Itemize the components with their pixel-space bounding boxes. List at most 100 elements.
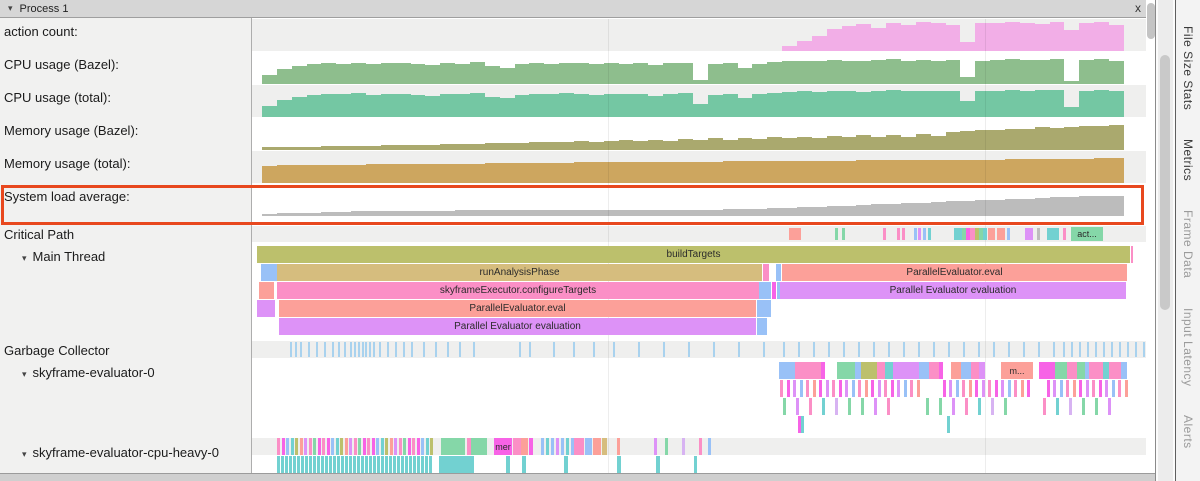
counter-bar — [990, 60, 1005, 84]
trace-tick — [277, 456, 280, 473]
counter-bar — [960, 42, 975, 51]
vertical-scrollbar-thumb[interactable] — [1147, 3, 1155, 39]
trace-tick[interactable] — [261, 264, 277, 281]
collapse-arrow-icon[interactable]: ▾ — [22, 369, 27, 379]
close-icon[interactable]: x — [1135, 1, 1141, 15]
trace-slice[interactable]: Parallel Evaluator evaluation — [279, 318, 756, 335]
trace-tick[interactable] — [1047, 228, 1059, 240]
trace-tick[interactable] — [789, 228, 801, 240]
trace-tick[interactable] — [893, 362, 919, 379]
section-label-skyframe-evaluator-cpu-heavy-0[interactable]: ▾skyframe-evaluator-cpu-heavy-0 — [22, 445, 219, 460]
trace-tick[interactable] — [954, 228, 962, 240]
trace-tick[interactable] — [513, 438, 521, 455]
trace-tick[interactable] — [574, 438, 584, 455]
counter-bar — [366, 95, 381, 117]
page-scrollbar-thumb[interactable] — [1160, 55, 1170, 310]
trace-tick — [1066, 380, 1069, 397]
trace-tick[interactable] — [441, 438, 465, 455]
trace-tick[interactable] — [1055, 362, 1067, 379]
trace-slice[interactable]: runAnalysisPhase — [277, 264, 762, 281]
section-label-main-thread[interactable]: ▾Main Thread — [22, 249, 105, 264]
trace-tick[interactable] — [971, 362, 979, 379]
collapse-arrow-icon[interactable]: ▾ — [8, 3, 13, 14]
trace-tick[interactable] — [439, 456, 474, 473]
trace-slice[interactable]: mer — [494, 438, 512, 455]
counter-bar — [485, 143, 500, 150]
trace-slice[interactable]: ParallelEvaluator.eval — [279, 300, 756, 317]
trace-tick[interactable] — [1077, 362, 1085, 379]
horizontal-scrollbar[interactable] — [0, 473, 1156, 481]
trace-tick — [1111, 342, 1113, 357]
trace-tick — [656, 456, 660, 473]
trace-tick[interactable] — [861, 362, 877, 379]
trace-tick — [858, 342, 860, 357]
trace-tick[interactable] — [257, 300, 275, 317]
trace-tick[interactable] — [795, 362, 821, 379]
trace-tick — [1008, 342, 1010, 357]
trace-tick[interactable] — [1039, 362, 1055, 379]
section-label-skyframe-evaluator-0[interactable]: ▾skyframe-evaluator-0 — [22, 365, 155, 380]
trace-tick[interactable] — [757, 300, 771, 317]
trace-tick[interactable] — [757, 318, 767, 335]
trace-tick[interactable] — [471, 438, 487, 455]
trace-tick[interactable] — [885, 362, 893, 379]
trace-slice[interactable]: ParallelEvaluator.eval — [782, 264, 1127, 281]
trace-tick[interactable] — [1089, 362, 1103, 379]
trace-tick[interactable] — [585, 438, 592, 455]
counter-track-system-load-average[interactable] — [262, 185, 1124, 216]
counter-bar — [767, 62, 782, 84]
trace-tick[interactable] — [759, 282, 771, 299]
counter-bar — [960, 131, 975, 150]
tab-file-size-stats[interactable]: File Size Stats — [1181, 26, 1195, 110]
trace-tick — [551, 438, 554, 455]
trace-tick[interactable] — [951, 362, 961, 379]
trace-tick — [832, 380, 835, 397]
trace-tick[interactable] — [259, 282, 274, 299]
trace-tick[interactable] — [593, 438, 601, 455]
trace-tick[interactable] — [1025, 228, 1033, 240]
trace-tick[interactable] — [919, 362, 929, 379]
counter-track-cpu-usage-total[interactable] — [262, 86, 1124, 117]
trace-tick — [914, 228, 917, 240]
counter-bar — [366, 64, 381, 84]
trace-tick — [883, 228, 886, 240]
trace-tick[interactable] — [837, 362, 855, 379]
trace-slice[interactable]: buildTargets — [257, 246, 1130, 263]
counter-bar — [321, 94, 336, 117]
counter-track-cpu-usage-bazel[interactable] — [262, 53, 1124, 84]
trace-slice[interactable]: m... — [1001, 362, 1033, 379]
collapse-arrow-icon[interactable]: ▾ — [22, 253, 27, 263]
trace-tick[interactable] — [988, 228, 995, 240]
counter-track-memory-usage-bazel[interactable] — [262, 119, 1124, 150]
tab-input-latency[interactable]: Input Latency — [1181, 308, 1195, 387]
counter-bar — [1020, 23, 1035, 51]
trace-tick — [395, 342, 397, 357]
counter-bar — [856, 160, 871, 183]
trace-tick — [389, 456, 392, 473]
trace-tick[interactable] — [1067, 362, 1077, 379]
trace-tick[interactable] — [961, 362, 971, 379]
counter-track-action-count[interactable] — [262, 20, 1124, 51]
counter-bar — [946, 132, 961, 150]
timeline-chart-area[interactable]: act... buildTargetsrunAnalysisPhase Parall… — [252, 18, 1156, 473]
trace-slice[interactable]: skyframeExecutor.configureTargets — [277, 282, 759, 299]
counter-bar — [827, 91, 842, 117]
trace-tick[interactable] — [521, 438, 528, 455]
tab-frame-data[interactable]: Frame Data — [1181, 210, 1195, 278]
trace-slice[interactable]: act... — [1071, 227, 1103, 241]
trace-tick[interactable] — [779, 362, 795, 379]
trace-tick[interactable] — [1109, 362, 1121, 379]
collapse-arrow-icon[interactable]: ▾ — [22, 449, 27, 459]
trace-slice[interactable]: Parallel Evaluator evaluation — [780, 282, 1126, 299]
trace-tick — [871, 380, 874, 397]
trace-tick — [1014, 380, 1017, 397]
trace-tick — [917, 380, 920, 397]
tab-metrics[interactable]: Metrics — [1181, 139, 1195, 181]
counter-track-memory-usage-total[interactable] — [262, 152, 1124, 183]
counter-bar — [1005, 22, 1020, 51]
trace-tick[interactable] — [997, 228, 1005, 240]
tab-alerts[interactable]: Alerts — [1181, 415, 1195, 449]
counter-bar — [1020, 159, 1035, 183]
trace-tick[interactable] — [877, 362, 885, 379]
trace-tick[interactable] — [929, 362, 939, 379]
